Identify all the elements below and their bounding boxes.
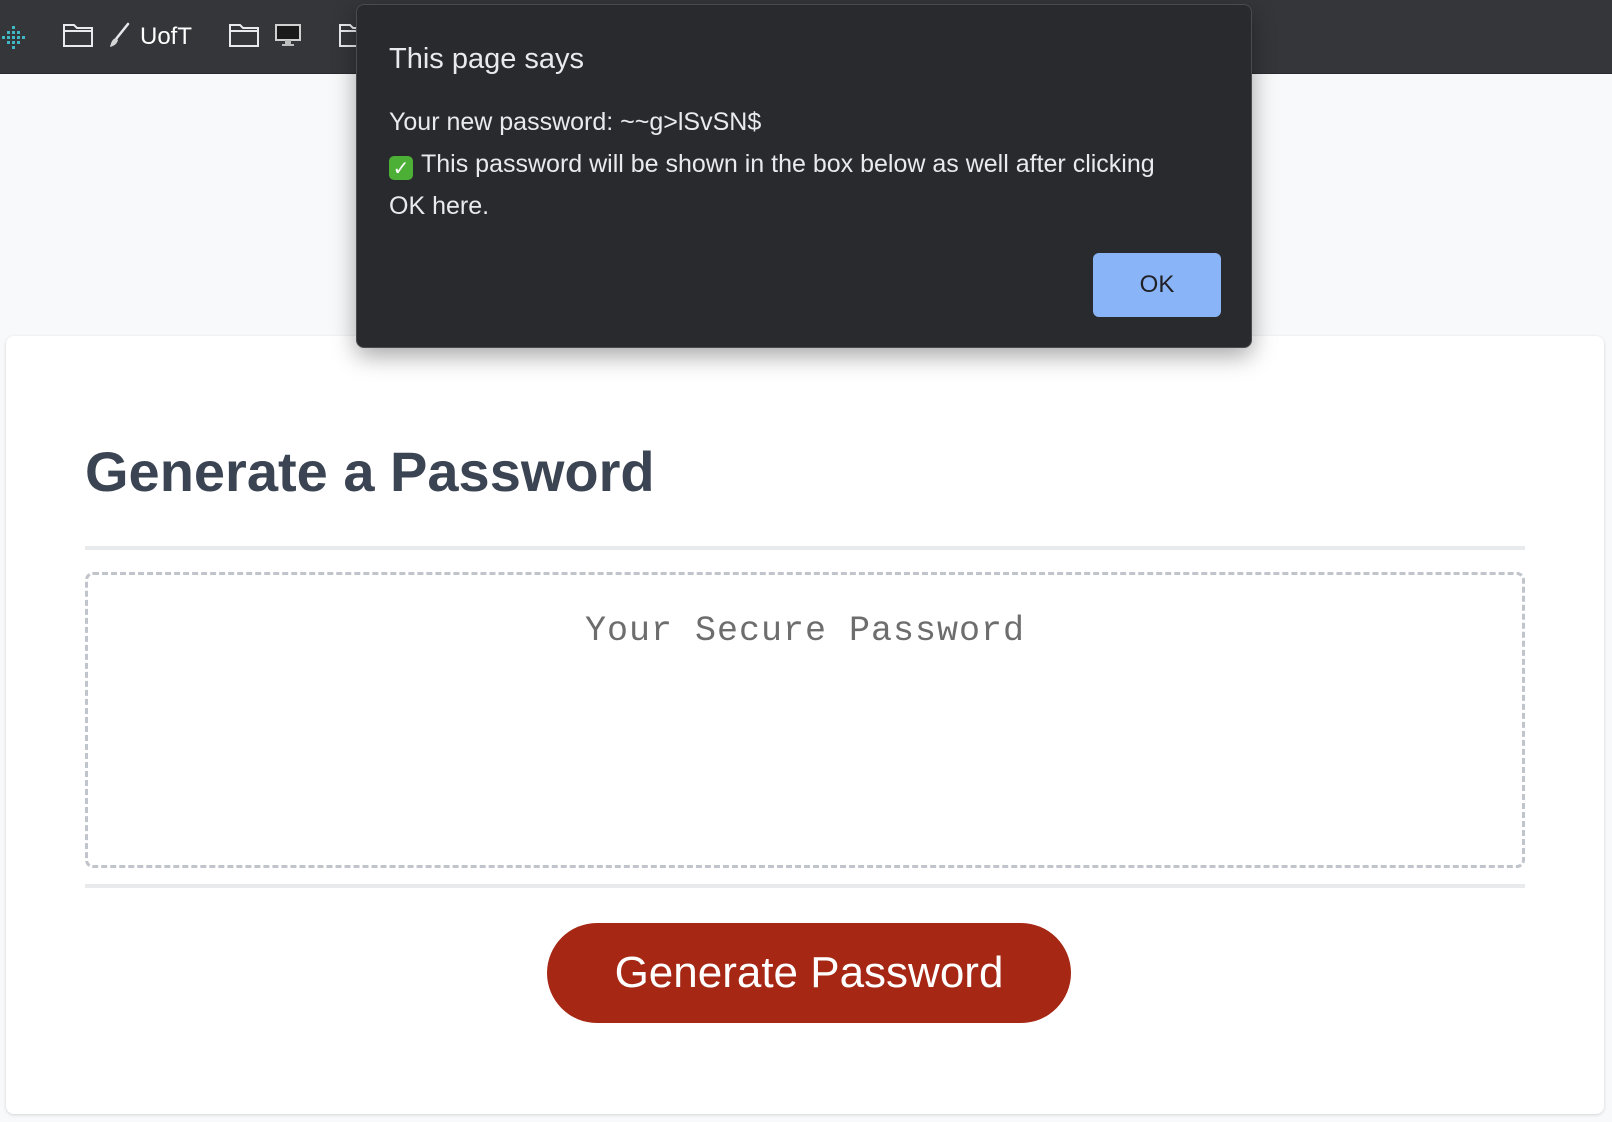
password-generator-card: Generate a Password Generate Password [6, 336, 1604, 1114]
password-output-field[interactable] [85, 572, 1525, 868]
folder-icon [228, 22, 260, 53]
bookmark-folder-1[interactable] [62, 22, 94, 52]
bookmark-monitor[interactable] [274, 22, 302, 52]
alert-dialog: This page says Your new password: ~~g>lS… [356, 4, 1252, 348]
bookmark-label: UofT [140, 23, 193, 50]
dialog-password-line: Your new password: ~~g>lSvSN$ [389, 108, 762, 136]
monitor-icon [274, 22, 302, 53]
bookmark-folder-2[interactable] [228, 22, 260, 52]
dialog-title: This page says [389, 43, 585, 75]
page-title: Generate a Password [85, 440, 655, 503]
brush-icon [108, 21, 132, 54]
divider [85, 546, 1525, 550]
dialog-note-text: This password will be shown in the box b… [389, 150, 1155, 220]
generate-password-button[interactable]: Generate Password [547, 923, 1071, 1023]
folder-icon [62, 22, 94, 53]
ok-button[interactable]: OK [1093, 253, 1221, 317]
dialog-note-line: ✓ This password will be shown in the box … [389, 143, 1179, 227]
divider [85, 884, 1525, 888]
check-mark-icon: ✓ [389, 156, 413, 180]
app-grid-icon[interactable] [0, 22, 32, 54]
dialog-message: Your new password: ~~g>lSvSN$ ✓ This pass… [389, 101, 1179, 227]
bookmark-uoft[interactable]: UofT [108, 22, 192, 52]
